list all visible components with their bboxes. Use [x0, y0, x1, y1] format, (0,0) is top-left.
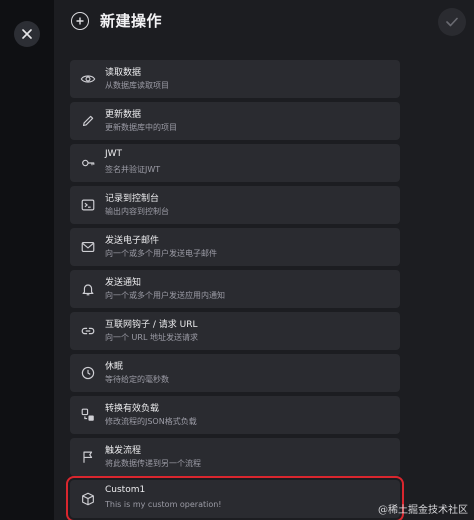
terminal-icon	[79, 196, 97, 214]
operation-description: 签名并验证JWT	[105, 165, 161, 174]
operation-title: 记录到控制台	[105, 194, 160, 204]
operation-title: 更新数据	[105, 110, 142, 120]
operation-item[interactable]: 发送电子邮件向一个或多个用户发送电子邮件	[70, 228, 400, 266]
operation-item[interactable]: Custom1 This is my custom operation!	[66, 476, 404, 520]
operation-title: 互联网钩子 / 请求 URL	[105, 320, 198, 330]
operation-item[interactable]: 转换有效负载修改流程的JSON格式负载	[70, 396, 400, 434]
operation-item[interactable]: JWT 签名并验证JWT	[70, 144, 400, 182]
operation-item[interactable]: 发送通知向一个或多个用户发送应用内通知	[70, 270, 400, 308]
confirm-button[interactable]	[438, 8, 466, 36]
mail-icon	[79, 238, 97, 256]
operation-item[interactable]: 休眠等待给定的毫秒数	[70, 354, 400, 392]
close-icon	[22, 29, 32, 39]
key-icon	[79, 154, 97, 172]
operation-description: 等待给定的毫秒数	[105, 375, 169, 384]
operation-description: 从数据库读取项目	[105, 81, 169, 90]
eye-icon	[79, 70, 97, 88]
operation-description: 将此数据传递到另一个流程	[105, 459, 201, 468]
left-rail	[0, 0, 54, 520]
operation-title: Custom1	[105, 485, 146, 495]
clock-icon	[79, 364, 97, 382]
watermark: @稀土掘金技术社区	[378, 505, 468, 516]
operation-description: 输出内容到控制台	[105, 207, 169, 216]
operation-title: 休眠	[105, 362, 124, 372]
operation-description: 向一个或多个用户发送应用内通知	[105, 291, 225, 300]
operation-item[interactable]: 互联网钩子 / 请求 URL 向一个 URL 地址发送请求	[70, 312, 400, 350]
operation-item[interactable]: 读取数据从数据库读取项目	[70, 60, 400, 98]
operation-item[interactable]: 记录到控制台 输出内容到控制台	[70, 186, 400, 224]
operation-title: 触发流程	[105, 446, 142, 456]
new-operation-drawer: 删除数据库中的项目读取数据从数据库读取项目更新数据更新数据库中的项目JWT签名并…	[54, 0, 474, 520]
drawer-header: 新建操作	[54, 0, 474, 40]
flag-icon	[79, 448, 97, 466]
operation-title: 发送电子邮件	[105, 236, 160, 246]
page-title: 新建操作	[100, 12, 163, 30]
operation-title: JWT	[105, 149, 123, 159]
operation-description: 向一个或多个用户发送电子邮件	[105, 249, 217, 258]
operation-item[interactable]: 触发流程将此数据传递到另一个流程	[70, 438, 400, 476]
operation-title: 转换有效负载	[105, 404, 160, 414]
bell-icon	[79, 280, 97, 298]
operation-description: 更新数据库中的项目	[105, 123, 177, 132]
link-icon	[79, 322, 97, 340]
check-icon	[446, 17, 458, 27]
operation-description: This is my custom operation!	[105, 500, 222, 509]
cube-icon	[79, 490, 97, 508]
plus-circle-icon	[71, 12, 89, 30]
operation-title: 读取数据	[105, 68, 142, 78]
close-button[interactable]	[14, 21, 40, 47]
operation-description: 修改流程的JSON格式负载	[105, 417, 197, 426]
operation-title: 发送通知	[105, 278, 142, 288]
operation-description: 向一个 URL 地址发送请求	[105, 333, 198, 342]
pencil-icon	[79, 112, 97, 130]
transform-icon	[79, 406, 97, 424]
operation-item[interactable]: 更新数据更新数据库中的项目	[70, 102, 400, 140]
